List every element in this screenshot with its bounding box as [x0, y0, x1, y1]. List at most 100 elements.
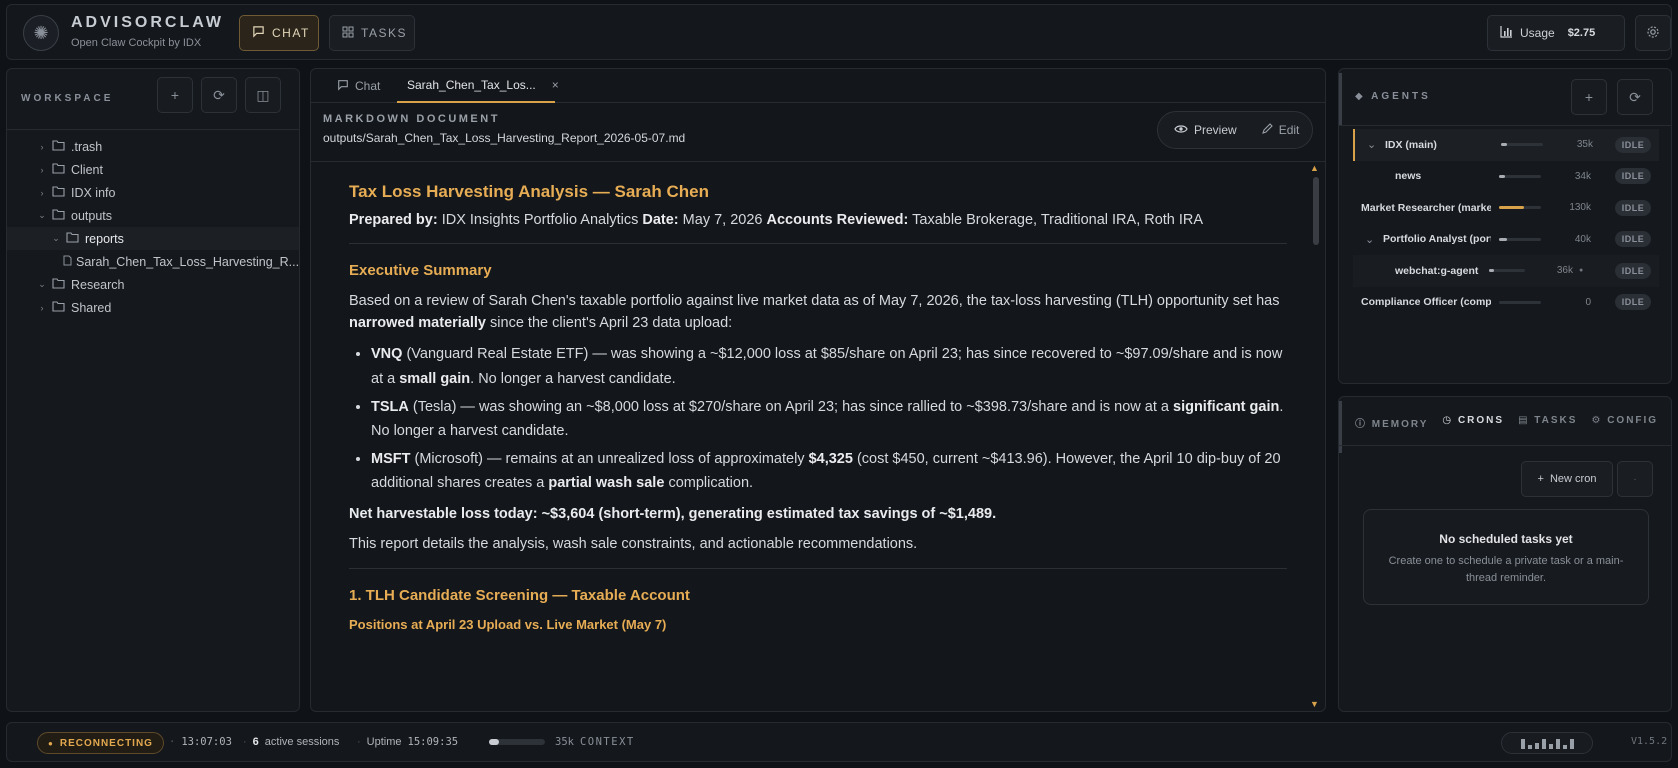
- spark-bar: [1534, 743, 1539, 749]
- section-heading: 1. TLH Candidate Screening — Taxable Acc…: [349, 586, 690, 604]
- tree-folder-item[interactable]: › Shared: [7, 296, 299, 319]
- plus-icon: +: [1537, 473, 1544, 485]
- diamond-icon: ◆: [1355, 91, 1372, 102]
- chat-bubble-icon: [337, 79, 349, 94]
- tab-chat[interactable]: Chat: [337, 69, 397, 103]
- agent-context-bar: [1499, 300, 1541, 304]
- agent-tokens: 40k: [1574, 233, 1591, 245]
- meta-accounts-key: Accounts Reviewed:: [766, 211, 909, 228]
- tree-folder-item[interactable]: ⌄ reports: [7, 227, 299, 250]
- tab-crons[interactable]: ◷ CRONS: [1442, 415, 1504, 430]
- scrollbar-thumb[interactable]: [1313, 177, 1319, 245]
- agent-row[interactable]: Compliance Officer (compli 0 IDLE: [1353, 287, 1659, 319]
- scroll-down-icon[interactable]: ▼: [1310, 699, 1319, 709]
- agents-panel: ◆ AGENTS + ⟳ ⌄ IDX (main) 35k IDLE news 34k ID…: [1338, 68, 1672, 384]
- separator-dot-icon: ·: [357, 736, 361, 748]
- exec-text-c: since the client's April 23 data upload:: [490, 314, 733, 331]
- edit-button[interactable]: Edit: [1249, 115, 1312, 145]
- spark-bar: [1548, 744, 1553, 749]
- chevron-down-icon[interactable]: ⌄: [1367, 138, 1376, 151]
- tree-folder-item[interactable]: › .trash: [7, 135, 299, 158]
- agent-tokens: 35k: [1576, 139, 1593, 151]
- chat-nav-button[interactable]: CHAT: [239, 15, 319, 51]
- eye-icon: [1174, 123, 1188, 137]
- tree-item-label: Research: [71, 277, 125, 292]
- context-tokens: 35k: [555, 736, 574, 748]
- refresh-agents-button[interactable]: ⟳: [1617, 79, 1653, 115]
- tree-folder-item[interactable]: ⌄ Research: [7, 273, 299, 296]
- tree-folder-item[interactable]: › IDX info: [7, 181, 299, 204]
- sessions-indicator: · 6 active sessions: [243, 736, 339, 748]
- chevron-down-icon[interactable]: ⌄: [49, 233, 63, 244]
- tree-item-label: reports: [85, 231, 124, 246]
- new-cron-button[interactable]: + New cron: [1521, 461, 1613, 497]
- net-harvestable-text: Net harvestable loss today: ~$3,604 (sho…: [349, 506, 997, 523]
- refresh-icon: ⟳: [213, 86, 225, 103]
- tasks-nav-button[interactable]: TASKS: [329, 15, 415, 51]
- chevron-down-icon[interactable]: ⌄: [1365, 233, 1374, 246]
- separator-dot-icon: ·: [243, 736, 247, 748]
- chevron-down-icon[interactable]: ⌄: [35, 210, 49, 221]
- meta-date-key: Date:: [642, 211, 679, 228]
- agent-row[interactable]: ⌄ Portfolio Analyst (port 40k IDLE: [1353, 224, 1659, 256]
- list-item-text: . No longer a harvest candidate.: [470, 370, 676, 387]
- chevron-right-icon[interactable]: ›: [35, 142, 49, 152]
- context-indicator: 35k CONTEXT: [489, 736, 635, 748]
- close-icon[interactable]: ×: [552, 78, 559, 92]
- list-item: VNQ (Vanguard Real Estate ETF) — was sho…: [371, 342, 1287, 391]
- tree-folder-item[interactable]: ⌄ outputs: [7, 204, 299, 227]
- tab-memory[interactable]: ⓘ MEMORY: [1355, 415, 1428, 430]
- list-item: TSLA (Tesla) — was showing an ~$8,000 lo…: [371, 395, 1287, 444]
- tab-config[interactable]: ⚙ CONFIG: [1591, 415, 1658, 430]
- preview-button[interactable]: Preview: [1162, 115, 1249, 145]
- chevron-right-icon[interactable]: ›: [35, 188, 49, 198]
- agent-context-fill: [1489, 269, 1495, 273]
- tree-folder-item[interactable]: › Client: [7, 158, 299, 181]
- folder-open-icon: [49, 208, 67, 223]
- collapse-panel-button[interactable]: ◫: [245, 77, 281, 113]
- panel-accent: [1339, 73, 1342, 125]
- doc-meta: Prepared by: IDX Insights Portfolio Anal…: [349, 210, 1287, 232]
- uptime-label: Uptime: [366, 736, 402, 748]
- view-mode-toggle: Preview Edit: [1157, 111, 1313, 149]
- tab-tasks[interactable]: ▤ TASKS: [1518, 415, 1577, 430]
- agent-name: IDX (main): [1385, 138, 1437, 151]
- chevron-right-icon[interactable]: ›: [35, 165, 49, 175]
- agent-row[interactable]: webchat:g-agent 36k ● IDLE: [1353, 255, 1659, 287]
- exec-summary-paragraph: Based on a review of Sarah Chen's taxabl…: [349, 291, 1287, 335]
- agent-list: ⌄ IDX (main) 35k IDLE news 34k IDLE Market Rese…: [1353, 129, 1659, 318]
- tree-file-item[interactable]: Sarah_Chen_Tax_Loss_Harvesting_R...: [7, 250, 299, 273]
- status-badge: IDLE: [1615, 136, 1651, 153]
- more-button[interactable]: ·: [1617, 461, 1653, 497]
- tree-item-label: Shared: [71, 300, 112, 315]
- report-summary: This report details the analysis, wash s…: [349, 535, 918, 552]
- meta-date-value: May 7, 2026: [682, 211, 763, 228]
- exec-text-b: narrowed materially: [349, 314, 486, 331]
- meta-accounts-value: Taxable Brokerage, Traditional IRA, Roth…: [912, 211, 1204, 228]
- agent-row[interactable]: news 34k IDLE: [1353, 161, 1659, 193]
- crons-tabs: ⓘ MEMORY ◷ CRONS ▤ TASKS ⚙ CONFIG: [1355, 415, 1658, 430]
- settings-button[interactable]: [1635, 15, 1671, 51]
- agent-row[interactable]: ⌄ IDX (main) 35k IDLE: [1353, 129, 1659, 161]
- usage-button[interactable]: Usage $2.75: [1487, 15, 1625, 51]
- agent-row[interactable]: Market Researcher (market 130k IDLE: [1353, 192, 1659, 224]
- tab-document[interactable]: Sarah_Chen_Tax_Los... ×: [397, 69, 559, 103]
- tree-item-label: outputs: [71, 208, 113, 223]
- new-file-button[interactable]: +: [157, 77, 193, 113]
- agent-context-bar: [1499, 206, 1541, 210]
- meta-prepared-key: Prepared by:: [349, 211, 438, 228]
- add-agent-button[interactable]: +: [1571, 79, 1607, 115]
- chevron-down-icon[interactable]: ⌄: [35, 279, 49, 290]
- doc-rule: [349, 567, 1287, 569]
- tab-bar: Chat Sarah_Chen_Tax_Los... ×: [311, 69, 1325, 103]
- document-panel: Chat Sarah_Chen_Tax_Los... × MARKDOWN DO…: [310, 68, 1326, 712]
- refresh-button[interactable]: ⟳: [201, 77, 237, 113]
- chevron-right-icon[interactable]: ›: [35, 303, 49, 313]
- activity-sparkline[interactable]: [1501, 732, 1593, 754]
- clock-time: 13:07:03: [181, 736, 232, 748]
- workspace-title: WORKSPACE: [21, 93, 114, 104]
- spark-bar: [1527, 745, 1532, 749]
- connection-status-badge[interactable]: ● RECONNECTING: [37, 732, 164, 754]
- file-icon: [63, 255, 72, 269]
- scroll-up-icon[interactable]: ▲: [1310, 163, 1319, 173]
